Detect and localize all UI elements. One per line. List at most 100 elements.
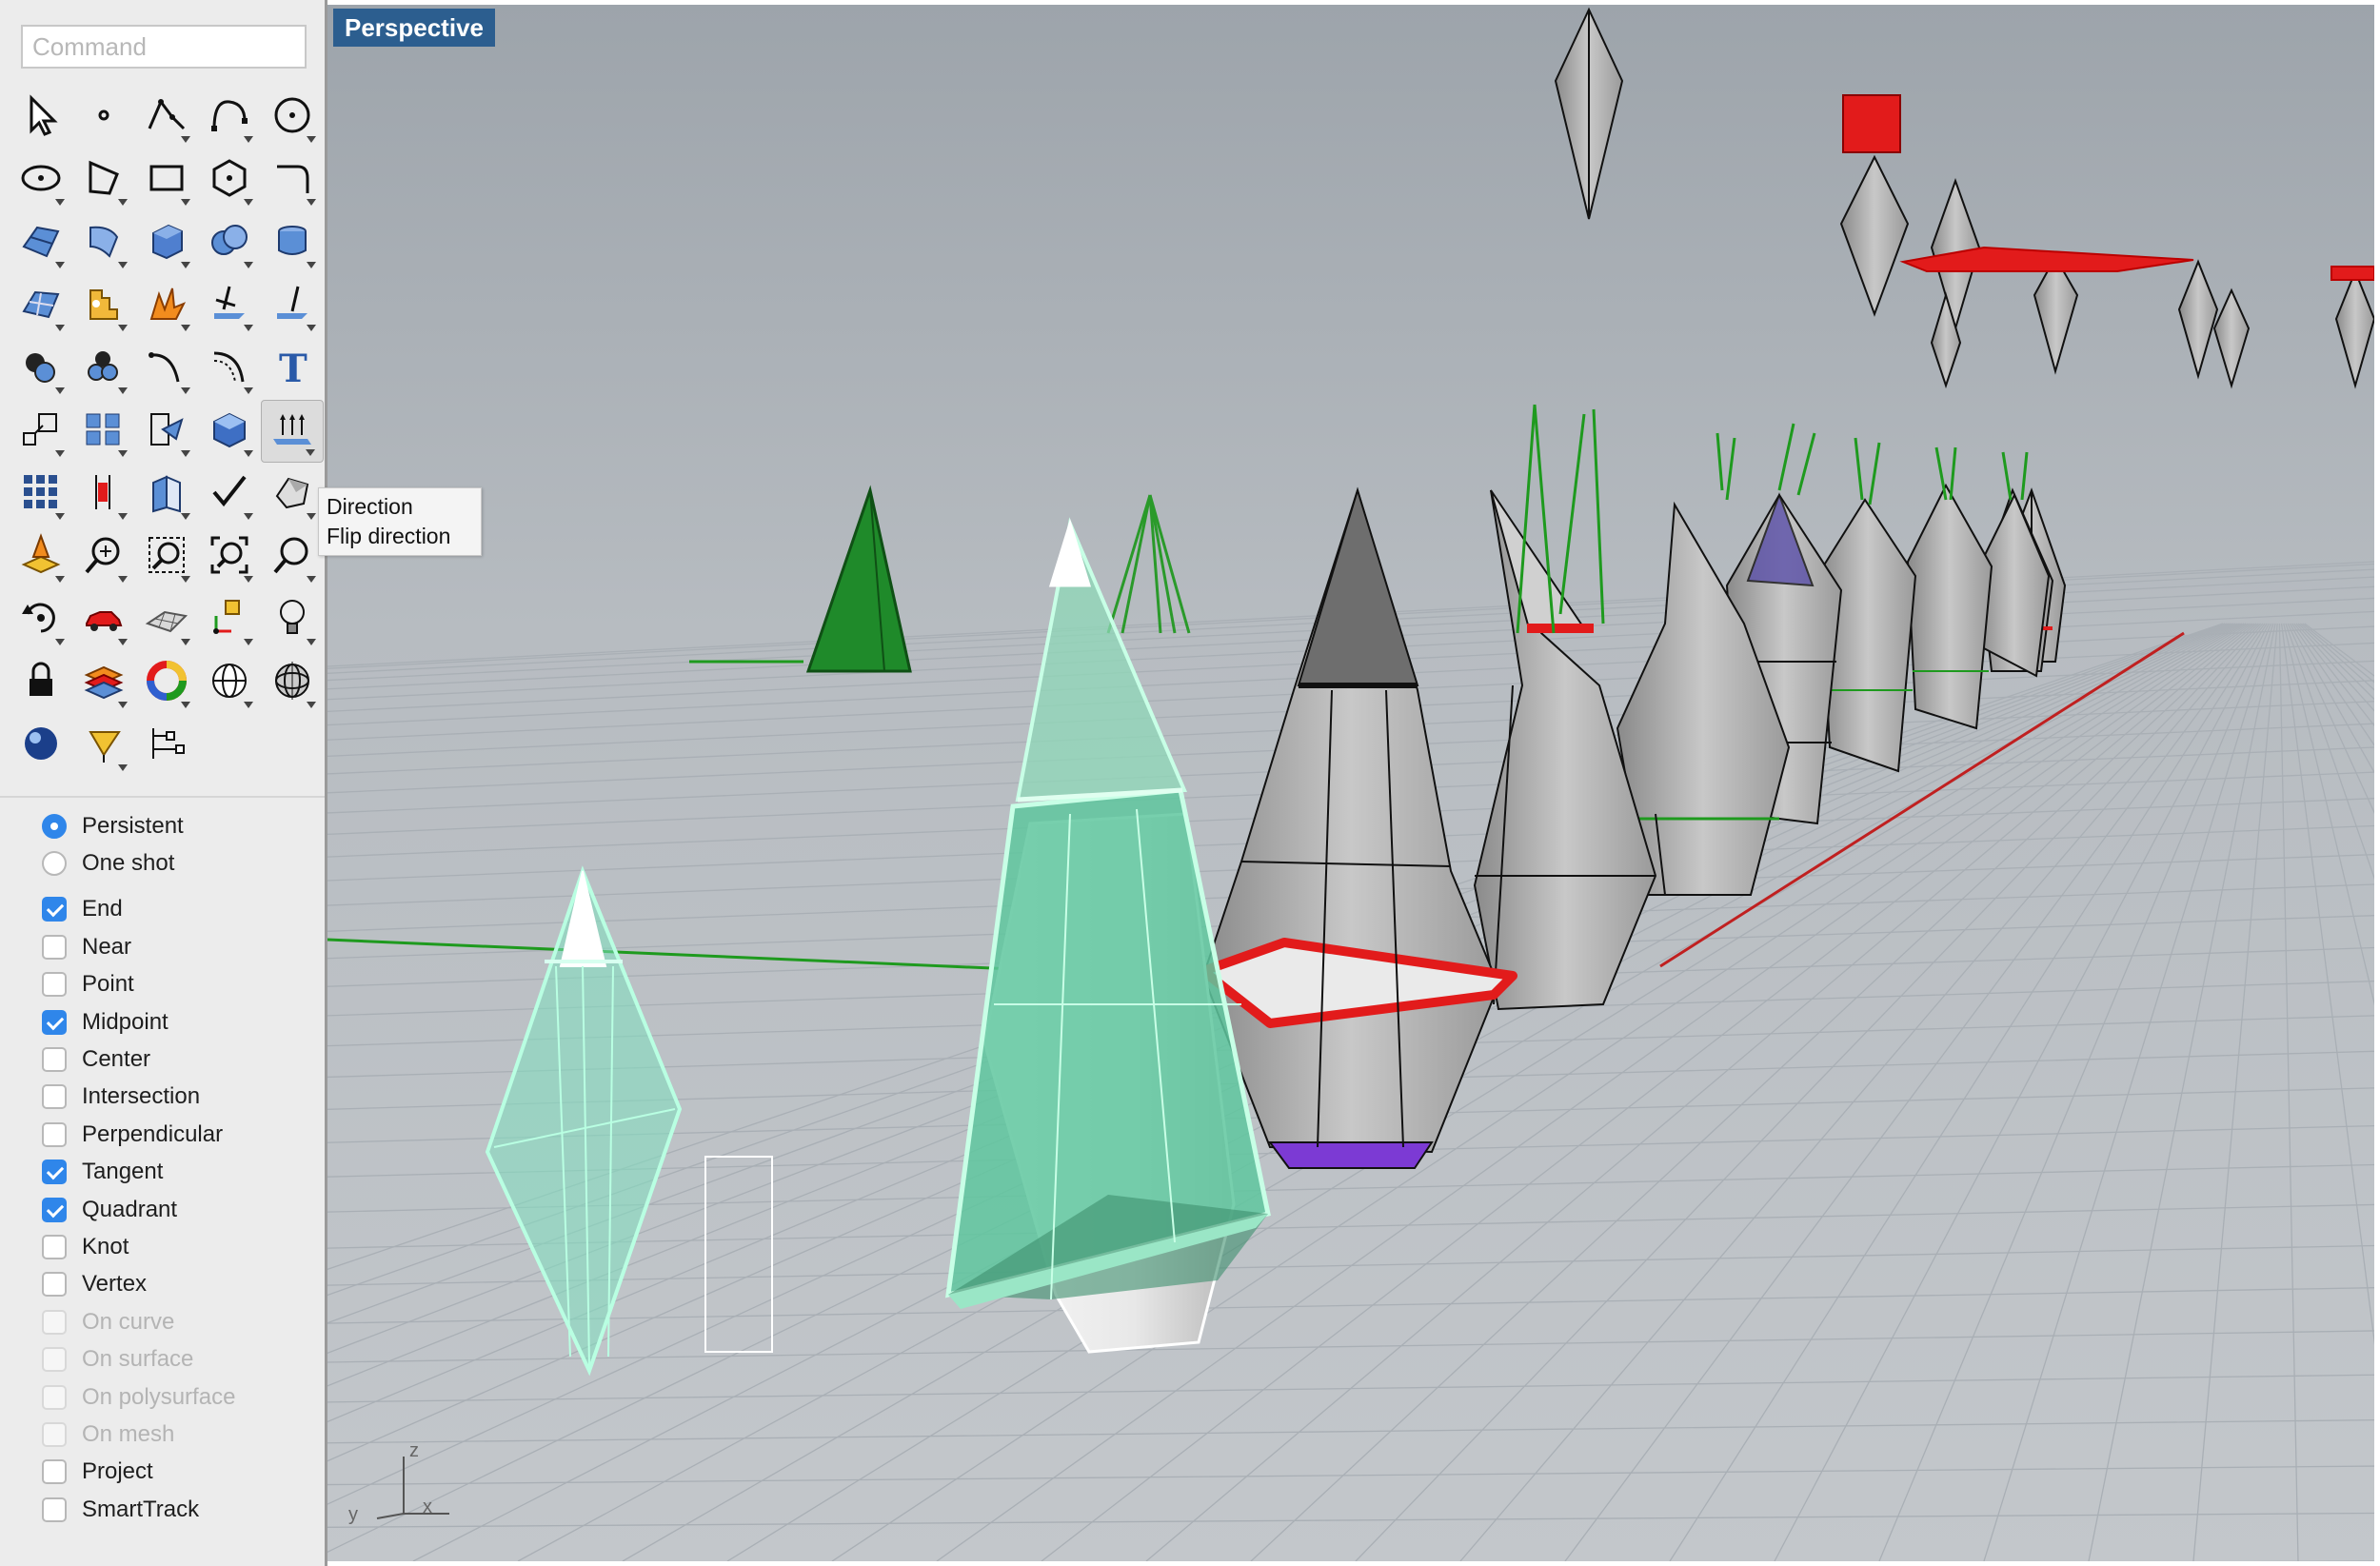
plane-grid-button[interactable]: [10, 274, 72, 337]
zoom-in-icon: [81, 532, 127, 583]
snap-tree-button[interactable]: [135, 714, 198, 777]
checkbox[interactable]: [42, 1121, 67, 1147]
checkbox[interactable]: [42, 1084, 67, 1110]
zoom-in-button[interactable]: [72, 525, 135, 588]
snap-mode-option[interactable]: Persistent: [42, 807, 318, 844]
move-button[interactable]: [135, 400, 198, 463]
zoom-button[interactable]: [261, 525, 324, 588]
direction-button[interactable]: [261, 400, 324, 463]
osnap-option[interactable]: End: [42, 891, 318, 928]
car-button[interactable]: [72, 588, 135, 651]
osnap-option[interactable]: Point: [42, 966, 318, 1003]
toolbar-row: [10, 211, 324, 274]
radio-button[interactable]: [42, 851, 67, 877]
light-bulb-button[interactable]: [261, 588, 324, 651]
trim-button[interactable]: [198, 274, 261, 337]
rectangle-icon: [144, 155, 189, 206]
osnap-option[interactable]: Knot: [42, 1228, 318, 1265]
osnap-option[interactable]: Perpendicular: [42, 1116, 318, 1153]
checkbox[interactable]: [42, 1047, 67, 1073]
array-blocks-button[interactable]: [72, 400, 135, 463]
point-button[interactable]: [72, 86, 135, 149]
snap-mode-label: One shot: [82, 850, 175, 877]
color-wheel-button[interactable]: [135, 651, 198, 714]
rectangle-button[interactable]: [135, 149, 198, 211]
layer-book-button[interactable]: [72, 651, 135, 714]
osnap-label: SmartTrack: [82, 1496, 200, 1522]
command-input[interactable]: [21, 25, 307, 69]
checkbox[interactable]: [42, 1009, 67, 1035]
checkbox[interactable]: [42, 934, 67, 960]
circle-icon: [269, 92, 315, 143]
dimension-button[interactable]: [72, 463, 135, 525]
boolean-union-button[interactable]: [10, 337, 72, 400]
sphere-button[interactable]: [198, 211, 261, 274]
sphere-wire-button[interactable]: [198, 651, 261, 714]
checkbox: [42, 1347, 67, 1373]
fillet-curve-button[interactable]: [135, 337, 198, 400]
lock-button[interactable]: [10, 651, 72, 714]
checkbox[interactable]: [42, 1234, 67, 1259]
sphere-grid-icon: [269, 658, 315, 708]
flyout-indicator-icon: [55, 450, 65, 457]
split-button[interactable]: [261, 274, 324, 337]
polygon-button[interactable]: [72, 149, 135, 211]
zoom-extents-button[interactable]: [198, 525, 261, 588]
scale-button[interactable]: [10, 400, 72, 463]
text-button[interactable]: T: [261, 337, 324, 400]
osnap-option[interactable]: Project: [42, 1454, 318, 1491]
hexagon-button[interactable]: [198, 149, 261, 211]
checkbox[interactable]: [42, 1497, 67, 1522]
osnap-option[interactable]: Midpoint: [42, 1003, 318, 1041]
extrude-surface-button[interactable]: [72, 211, 135, 274]
osnap-option[interactable]: SmartTrack: [42, 1491, 318, 1528]
cylinder-button[interactable]: [261, 211, 324, 274]
ellipse-button[interactable]: [10, 149, 72, 211]
grid-array-button[interactable]: [10, 463, 72, 525]
checkbox[interactable]: [42, 972, 67, 998]
cplane-button[interactable]: [10, 525, 72, 588]
snap-mode-option[interactable]: One shot: [42, 844, 318, 882]
check-button[interactable]: [198, 463, 261, 525]
offset-curve-button[interactable]: [198, 337, 261, 400]
surface-from-points-button[interactable]: [10, 211, 72, 274]
viewport-title[interactable]: Perspective: [333, 9, 495, 47]
puzzle-button[interactable]: [72, 274, 135, 337]
checkbox[interactable]: [42, 897, 67, 922]
curve-button[interactable]: [198, 86, 261, 149]
shaded-box-button[interactable]: [198, 400, 261, 463]
polyline-button[interactable]: [135, 86, 198, 149]
rotate-view-button[interactable]: [10, 588, 72, 651]
flyout-indicator-icon: [244, 387, 253, 394]
osnap-option[interactable]: Quadrant: [42, 1191, 318, 1228]
group-circles-button[interactable]: [72, 337, 135, 400]
sheets-button[interactable]: [135, 463, 198, 525]
osnap-option[interactable]: Vertex: [42, 1266, 318, 1303]
checkbox[interactable]: [42, 1272, 67, 1298]
flyout-indicator-icon: [244, 639, 253, 645]
circle-button[interactable]: [261, 86, 324, 149]
osnap-option[interactable]: Near: [42, 928, 318, 965]
radio-button[interactable]: [42, 813, 67, 839]
zoom-window-button[interactable]: [135, 525, 198, 588]
render-ball-button[interactable]: [10, 714, 72, 777]
viewport-scene[interactable]: z x y: [327, 5, 2374, 1561]
perspective-viewport[interactable]: z x y Perspective: [327, 5, 2374, 1561]
checkbox[interactable]: [42, 1160, 67, 1185]
paint-cone-button[interactable]: [72, 714, 135, 777]
osnap-option[interactable]: Tangent: [42, 1154, 318, 1191]
boolean-union-icon: [18, 344, 64, 394]
checkbox[interactable]: [42, 1197, 67, 1222]
analyze-shape-button[interactable]: [261, 463, 324, 525]
sphere-grid-button[interactable]: [261, 651, 324, 714]
select-arrow-button[interactable]: [10, 86, 72, 149]
gumball-button[interactable]: [198, 588, 261, 651]
grid-plane-button[interactable]: [135, 588, 198, 651]
explode-button[interactable]: [135, 274, 198, 337]
checkbox[interactable]: [42, 1459, 67, 1485]
box-icon: [144, 218, 189, 268]
arc-fillet-button[interactable]: [261, 149, 324, 211]
osnap-option[interactable]: Intersection: [42, 1079, 318, 1116]
osnap-option[interactable]: Center: [42, 1041, 318, 1078]
box-button[interactable]: [135, 211, 198, 274]
